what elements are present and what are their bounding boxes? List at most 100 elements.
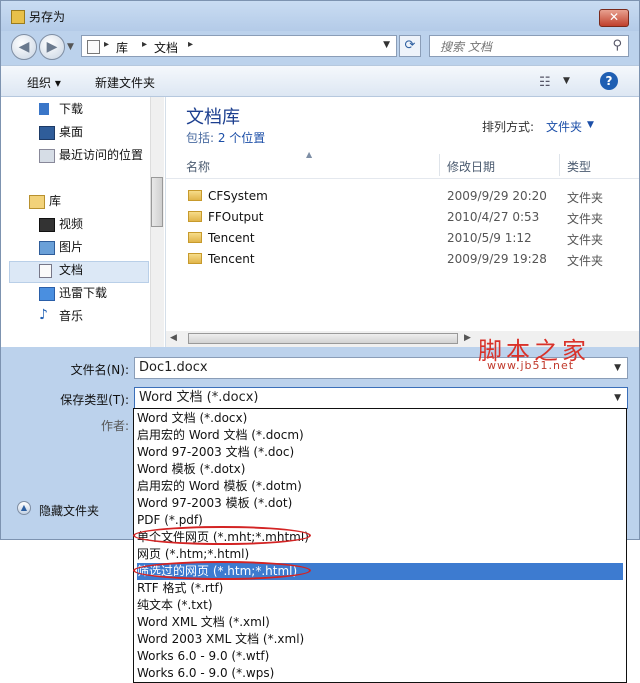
refresh-button[interactable]: ⟳ xyxy=(399,35,421,57)
file-row[interactable]: FFOutput 2010/4/27 0:53 文件夹 xyxy=(166,207,639,228)
savetype-option[interactable]: 启用宏的 Word 模板 (*.dotm) xyxy=(137,478,623,495)
column-type[interactable]: 类型 xyxy=(567,158,591,175)
savetype-option[interactable]: Word 文档 (*.docx) xyxy=(137,410,623,427)
author-label: 作者: xyxy=(101,419,130,433)
breadcrumb-separator-icon[interactable]: ▸ xyxy=(188,39,193,50)
sidebar-item-music[interactable]: 音乐 xyxy=(59,306,83,326)
breadcrumb-separator-icon[interactable]: ▸ xyxy=(104,39,109,50)
scroll-right-icon[interactable]: ▶ xyxy=(464,333,471,343)
title-bar: 另存为 ✕ xyxy=(1,1,639,31)
hide-folders-label[interactable]: 隐藏文件夹 xyxy=(39,502,99,519)
savetype-option[interactable]: RTF 格式 (*.rtf) xyxy=(137,580,623,597)
sidebar-item-pictures[interactable]: 图片 xyxy=(59,237,83,257)
file-type: 文件夹 xyxy=(567,233,604,247)
folder-icon xyxy=(188,253,202,264)
scroll-left-icon[interactable]: ◀ xyxy=(170,333,177,343)
savetype-value: Word 文档 (*.docx) xyxy=(139,390,259,405)
library-icon xyxy=(29,195,45,209)
download-folder-icon xyxy=(39,103,49,115)
search-input[interactable] xyxy=(438,37,612,57)
savetype-option[interactable]: Word 模板 (*.dotx) xyxy=(137,461,623,478)
music-icon: ♪ xyxy=(39,307,48,323)
sidebar-item-thunder-download[interactable]: 迅雷下载 xyxy=(59,283,107,303)
savetype-dropdown-icon[interactable]: ▼ xyxy=(614,388,621,408)
breadcrumb-separator-icon[interactable]: ▸ xyxy=(142,39,147,50)
back-button[interactable]: ◀ xyxy=(11,34,37,60)
savetype-option[interactable]: Word 97-2003 文档 (*.doc) xyxy=(137,444,623,461)
file-name: Tencent xyxy=(208,252,255,266)
navigation-pane: 下载 桌面 最近访问的位置 库 视频 图片 文档 迅雷下载 ♪ 音乐 xyxy=(1,97,166,347)
new-folder-button[interactable]: 新建文件夹 xyxy=(95,74,155,91)
sidebar-item-documents[interactable]: 文档 xyxy=(59,260,83,280)
column-header-row: ▲ 名称 修改日期 类型 xyxy=(166,150,639,179)
documents-icon xyxy=(39,264,52,278)
recent-places-icon xyxy=(39,149,55,163)
column-name[interactable]: 名称 xyxy=(186,158,210,175)
savetype-label: 保存类型(T): xyxy=(60,393,129,407)
collapse-up-icon[interactable]: ▲ xyxy=(17,501,31,515)
savetype-select[interactable]: Word 文档 (*.docx) ▼ xyxy=(134,387,628,409)
column-divider[interactable] xyxy=(439,154,440,176)
annotation-circle-filtered-html xyxy=(133,561,311,580)
sidebar-item-videos[interactable]: 视频 xyxy=(59,214,83,234)
file-name: FFOutput xyxy=(208,210,264,224)
word-app-icon xyxy=(11,10,25,24)
breadcrumb-library[interactable]: 库 xyxy=(116,39,128,56)
savetype-option[interactable]: 启用宏的 Word 文档 (*.docm) xyxy=(137,427,623,444)
address-history-dropdown-icon[interactable]: ▼ xyxy=(383,40,390,50)
file-row[interactable]: Tencent 2009/9/29 19:28 文件夹 xyxy=(166,249,639,270)
file-name: CFSystem xyxy=(208,189,268,203)
search-box[interactable]: ⚲ xyxy=(429,35,629,57)
arrange-by-value[interactable]: 文件夹 xyxy=(546,118,582,135)
view-options-icon[interactable]: ☷ xyxy=(539,75,551,90)
annotation-circle-mht xyxy=(133,526,311,545)
savetype-option[interactable]: 纯文本 (*.txt) xyxy=(137,597,623,614)
savetype-option[interactable]: Word 2003 XML 文档 (*.xml) xyxy=(137,631,623,648)
sidebar-item-downloads[interactable]: 下载 xyxy=(59,99,83,119)
folder-icon xyxy=(188,211,202,222)
organize-button[interactable]: 组织 ▾ xyxy=(27,74,61,91)
savetype-dropdown-list: Word 文档 (*.docx) 启用宏的 Word 文档 (*.docm) W… xyxy=(133,408,627,683)
filename-value: Doc1.docx xyxy=(139,360,208,375)
view-dropdown-icon[interactable]: ▼ xyxy=(563,76,570,86)
recent-pages-dropdown-icon[interactable]: ▼ xyxy=(67,42,74,52)
nav-scrollbar-thumb[interactable] xyxy=(151,177,163,227)
pictures-icon xyxy=(39,241,55,255)
close-button[interactable]: ✕ xyxy=(599,9,629,27)
file-row[interactable]: Tencent 2010/5/9 1:12 文件夹 xyxy=(166,228,639,249)
window-title: 另存为 xyxy=(29,10,66,24)
thunder-download-icon xyxy=(39,287,55,301)
breadcrumb-documents[interactable]: 文档 xyxy=(154,39,178,56)
savetype-option[interactable]: Word 97-2003 模板 (*.dot) xyxy=(137,495,623,512)
library-includes-label: 包括: xyxy=(186,131,218,145)
sidebar-item-libraries[interactable]: 库 xyxy=(49,191,61,211)
help-icon[interactable]: ? xyxy=(600,72,618,90)
forward-button[interactable]: ▶ xyxy=(39,34,65,60)
file-type: 文件夹 xyxy=(567,254,604,268)
horizontal-scrollbar-thumb[interactable] xyxy=(188,333,458,344)
file-list-pane: 文档库 包括: 2 个位置 排列方式: 文件夹 ▼ ▲ 名称 修改日期 类型 C… xyxy=(166,97,639,347)
folder-icon xyxy=(188,190,202,201)
file-name: Tencent xyxy=(208,231,255,245)
file-modified: 2010/4/27 0:53 xyxy=(447,210,540,224)
address-row: ◀ ▶ ▼ ▸ 库 ▸ 文档 ▸ ▼ ⟳ ⚲ xyxy=(1,31,639,65)
filename-dropdown-icon[interactable]: ▼ xyxy=(614,358,621,378)
folder-icon xyxy=(188,232,202,243)
command-toolbar: 组织 ▾ 新建文件夹 ☷ ▼ ? xyxy=(1,65,639,97)
filename-label: 文件名(N): xyxy=(70,363,129,377)
sidebar-item-desktop[interactable]: 桌面 xyxy=(59,122,83,142)
search-icon[interactable]: ⚲ xyxy=(612,38,622,53)
file-type: 文件夹 xyxy=(567,191,604,205)
savetype-option[interactable]: Works 6.0 - 9.0 (*.wtf) xyxy=(137,648,623,665)
column-divider[interactable] xyxy=(559,154,560,176)
column-modified[interactable]: 修改日期 xyxy=(447,158,495,175)
savetype-option[interactable]: Works 6.0 - 9.0 (*.wps) xyxy=(137,665,623,682)
library-locations-link[interactable]: 2 个位置 xyxy=(218,131,265,145)
file-type: 文件夹 xyxy=(567,212,604,226)
file-modified: 2010/5/9 1:12 xyxy=(447,231,532,245)
savetype-option[interactable]: Word XML 文档 (*.xml) xyxy=(137,614,623,631)
sidebar-item-recent-places[interactable]: 最近访问的位置 xyxy=(59,145,143,165)
address-bar[interactable]: ▸ 库 ▸ 文档 ▸ ▼ xyxy=(81,35,397,57)
file-row[interactable]: CFSystem 2009/9/29 20:20 文件夹 xyxy=(166,186,639,207)
arrange-by-dropdown-icon[interactable]: ▼ xyxy=(587,120,594,130)
